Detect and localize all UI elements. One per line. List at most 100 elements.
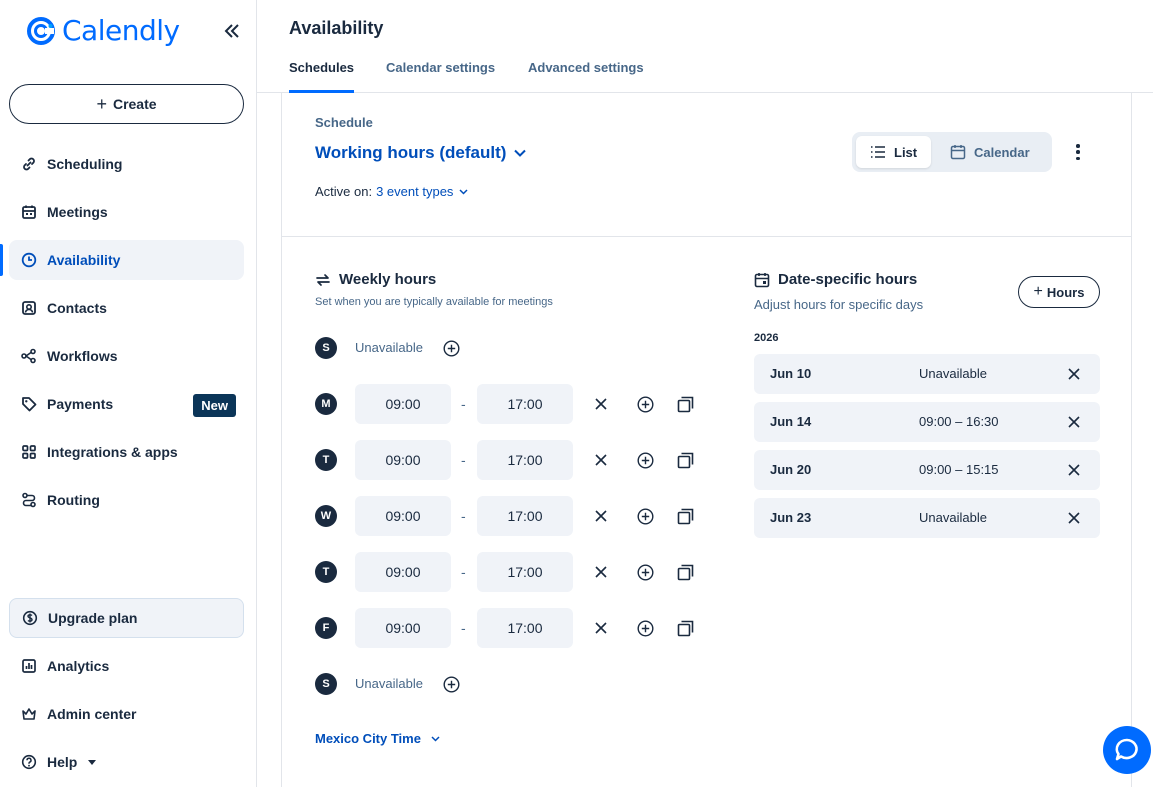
sidebar-item-label: Help xyxy=(47,754,78,770)
tab-schedules[interactable]: Schedules xyxy=(289,60,355,93)
override-hours: Unavailable xyxy=(919,366,987,381)
copy-icon xyxy=(677,508,693,524)
copy-icon xyxy=(677,396,693,412)
add-interval-button[interactable] xyxy=(635,618,655,638)
sidebar-item-label: Scheduling xyxy=(47,156,123,172)
schedule-selector[interactable]: Working hours (default) xyxy=(315,143,527,163)
remove-interval-button[interactable] xyxy=(591,506,611,526)
chat-support-button[interactable] xyxy=(1103,726,1151,774)
link-icon xyxy=(23,157,35,171)
view-calendar-label: Calendar xyxy=(974,144,1030,160)
start-time-input[interactable]: 09:00 xyxy=(355,552,451,592)
sidebar-item-label: Analytics xyxy=(47,658,110,674)
chevron-down-icon xyxy=(514,149,527,157)
date-override-row[interactable]: Jun 20 09:00 – 15:15 xyxy=(754,450,1100,490)
copy-times-button[interactable] xyxy=(675,450,695,470)
apps-grid-icon xyxy=(22,445,36,459)
end-time-input[interactable]: 17:00 xyxy=(477,440,573,480)
calendly-logo[interactable]: Calendly xyxy=(26,14,180,47)
more-options-button[interactable] xyxy=(1072,141,1084,163)
caret-down-icon xyxy=(88,760,97,765)
remove-interval-button[interactable] xyxy=(591,618,611,638)
date-override-row[interactable]: Jun 23 Unavailable xyxy=(754,498,1100,538)
sidebar-item-payments[interactable]: Payments New xyxy=(9,384,244,424)
override-date: Jun 14 xyxy=(770,414,812,429)
sidebar-item-label: Contacts xyxy=(47,300,107,316)
create-button[interactable]: + Create xyxy=(9,84,244,124)
add-hours-label: Hours xyxy=(1046,284,1085,300)
add-interval-button[interactable] xyxy=(635,450,655,470)
view-list-label: List xyxy=(894,144,918,160)
copy-times-button[interactable] xyxy=(675,394,695,414)
time-separator: - xyxy=(461,452,466,468)
sidebar-item-workflows[interactable]: Workflows xyxy=(9,336,244,376)
time-separator: - xyxy=(461,396,466,412)
tab-advanced-settings[interactable]: Advanced settings xyxy=(528,60,644,93)
time-separator: - xyxy=(461,508,466,524)
view-list-button[interactable]: List xyxy=(856,136,932,168)
remove-interval-button[interactable] xyxy=(591,450,611,470)
sidebar-item-label: Integrations & apps xyxy=(47,444,178,460)
close-icon[interactable] xyxy=(1066,462,1082,478)
date-override-row[interactable]: Jun 14 09:00 – 16:30 xyxy=(754,402,1100,442)
remove-interval-button[interactable] xyxy=(591,562,611,582)
sidebar-item-routing[interactable]: Routing xyxy=(9,480,244,520)
day-row-wednesday: W 09:00 - 17:00 xyxy=(315,496,705,536)
close-icon[interactable] xyxy=(1066,510,1082,526)
add-interval-button[interactable] xyxy=(635,506,655,526)
sidebar-item-contacts[interactable]: Contacts xyxy=(9,288,244,328)
add-interval-button[interactable] xyxy=(635,394,655,414)
chevron-down-icon xyxy=(459,188,468,195)
start-time-input[interactable]: 09:00 xyxy=(355,440,451,480)
sidebar-item-availability[interactable]: Availability xyxy=(0,240,244,280)
calendly-logo-icon xyxy=(27,16,55,45)
sidebar-item-upgrade-plan[interactable]: Upgrade plan xyxy=(9,598,244,638)
close-icon[interactable] xyxy=(1066,366,1082,382)
time-separator: - xyxy=(461,620,466,636)
sidebar-item-admin-center[interactable]: Admin center xyxy=(9,694,244,734)
day-row-tuesday: T 09:00 - 17:00 xyxy=(315,440,705,480)
end-time-input[interactable]: 17:00 xyxy=(477,552,573,592)
date-specific-subtitle: Adjust hours for specific days xyxy=(754,297,924,312)
add-interval-button[interactable] xyxy=(635,562,655,582)
sidebar-item-meetings[interactable]: Meetings xyxy=(9,192,244,232)
sidebar-item-scheduling[interactable]: Scheduling xyxy=(9,144,244,184)
year-label: 2026 xyxy=(754,332,779,344)
end-time-input[interactable]: 17:00 xyxy=(477,608,573,648)
sidebar-item-integrations[interactable]: Integrations & apps xyxy=(9,432,244,472)
date-override-row[interactable]: Jun 10 Unavailable xyxy=(754,354,1100,394)
add-interval-button[interactable] xyxy=(441,338,461,358)
event-types-dropdown[interactable]: 3 event types xyxy=(376,184,468,199)
copy-icon xyxy=(677,620,693,636)
copy-times-button[interactable] xyxy=(675,506,695,526)
sidebar-item-label: Payments xyxy=(47,396,114,412)
day-row-sunday: S Unavailable xyxy=(315,328,515,368)
double-chevron-left-icon xyxy=(224,24,239,38)
collapse-sidebar-button[interactable] xyxy=(222,20,242,42)
add-interval-button[interactable] xyxy=(441,674,461,694)
start-time-input[interactable]: 09:00 xyxy=(355,496,451,536)
start-time-input[interactable]: 09:00 xyxy=(355,384,451,424)
end-time-input[interactable]: 17:00 xyxy=(477,496,573,536)
day-row-saturday: S Unavailable xyxy=(315,664,515,704)
override-date: Jun 23 xyxy=(770,510,812,525)
override-date: Jun 20 xyxy=(770,462,812,477)
close-icon xyxy=(595,510,607,522)
sidebar-item-analytics[interactable]: Analytics xyxy=(9,646,244,686)
plus-icon: + xyxy=(1033,283,1043,300)
routing-icon xyxy=(22,492,36,508)
remove-interval-button[interactable] xyxy=(591,394,611,414)
timezone-dropdown[interactable]: Mexico City Time xyxy=(315,731,440,746)
close-icon[interactable] xyxy=(1066,414,1082,430)
sidebar-item-help[interactable]: Help xyxy=(9,742,244,782)
add-hours-button[interactable]: + Hours xyxy=(1018,276,1100,308)
clock-icon xyxy=(21,252,37,268)
start-time-input[interactable]: 09:00 xyxy=(355,608,451,648)
tab-calendar-settings[interactable]: Calendar settings xyxy=(386,60,495,93)
list-icon xyxy=(871,146,885,158)
view-calendar-button[interactable]: Calendar xyxy=(936,136,1044,168)
dollar-icon xyxy=(22,610,38,626)
copy-times-button[interactable] xyxy=(675,562,695,582)
copy-times-button[interactable] xyxy=(675,618,695,638)
end-time-input[interactable]: 17:00 xyxy=(477,384,573,424)
